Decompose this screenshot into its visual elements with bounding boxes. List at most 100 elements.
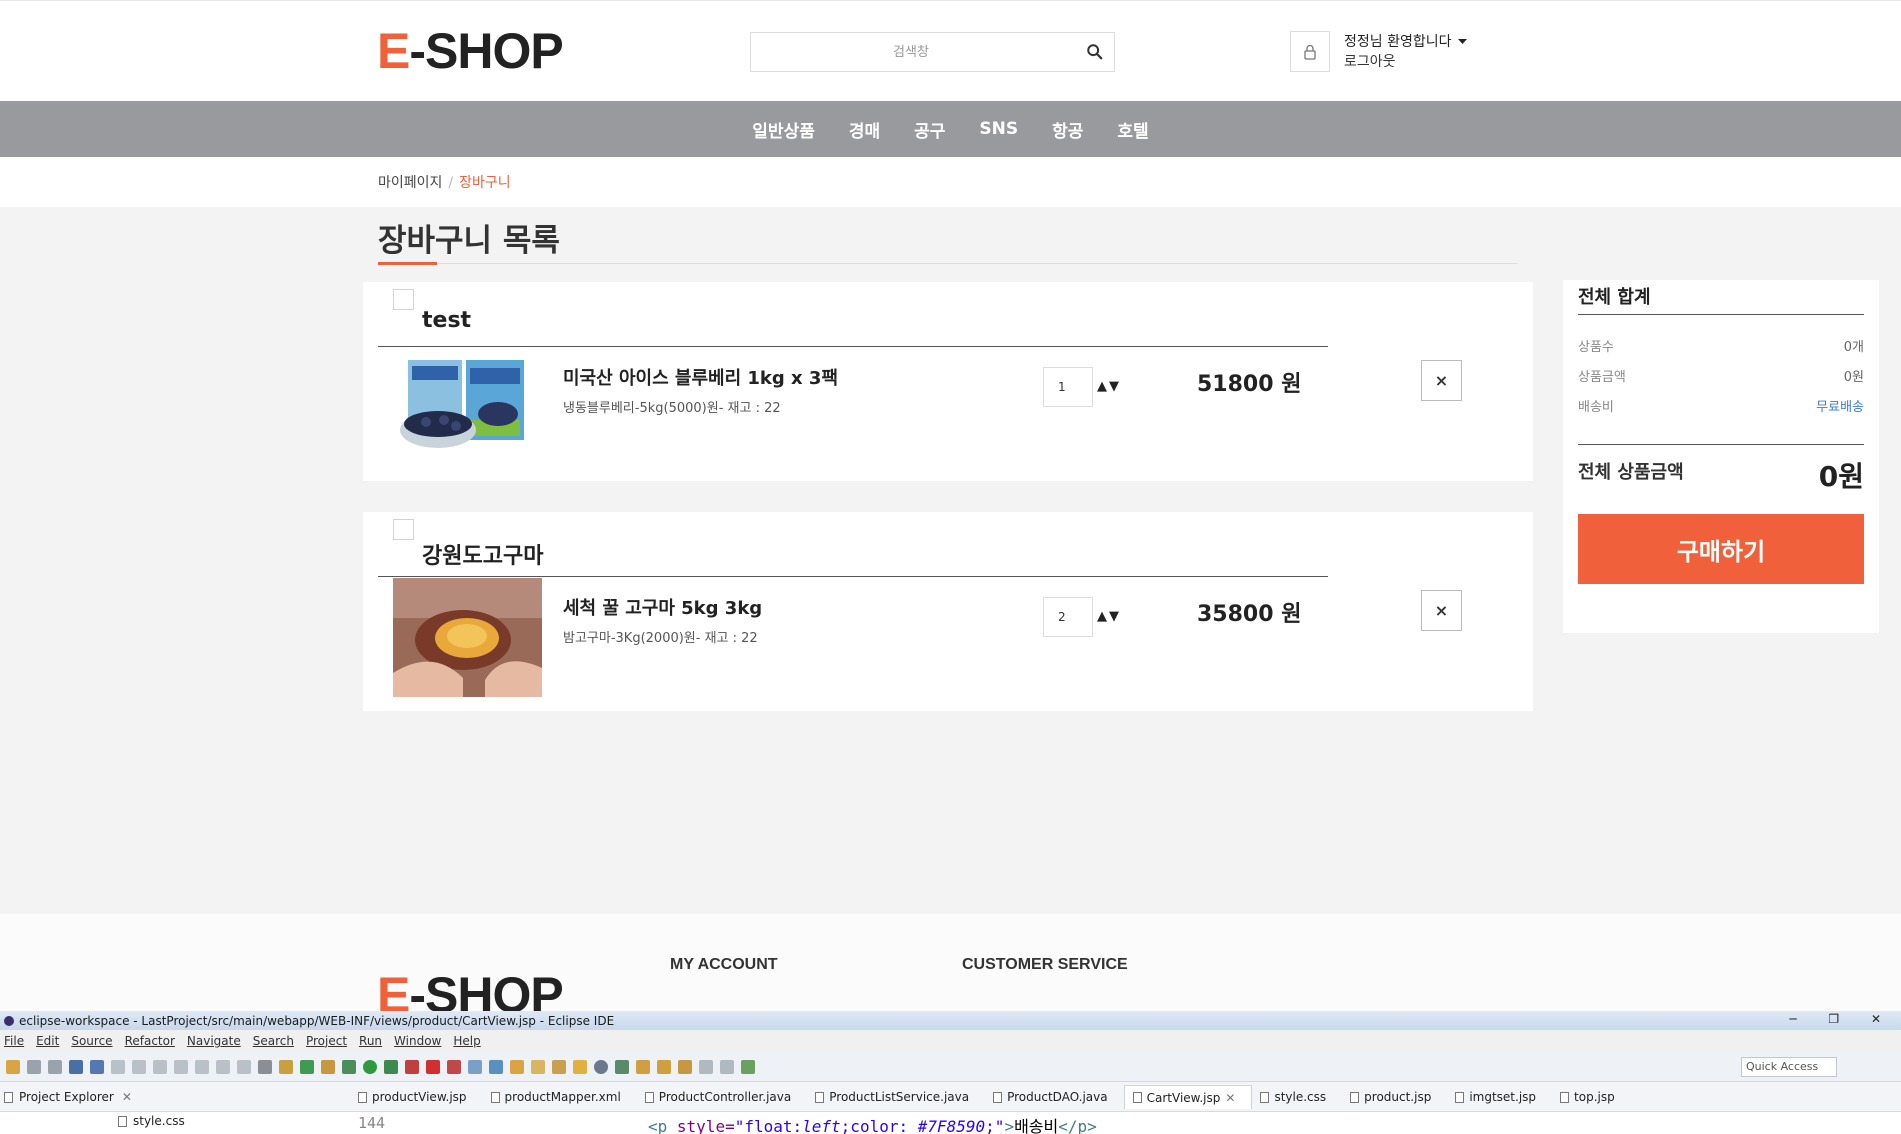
menu-edit[interactable]: Edit xyxy=(36,1034,59,1048)
suspend-icon[interactable] xyxy=(132,1059,146,1074)
menu-navigate[interactable]: Navigate xyxy=(187,1034,241,1048)
last-edit-icon[interactable] xyxy=(678,1059,692,1074)
editor-tab[interactable]: imgtset.jsp xyxy=(1447,1085,1552,1109)
next-annotation-icon[interactable] xyxy=(636,1059,650,1074)
new-icon[interactable] xyxy=(6,1059,20,1074)
coverage-icon[interactable] xyxy=(447,1059,461,1074)
toggle-icon[interactable] xyxy=(279,1059,293,1074)
code-line[interactable]: <p style="float:left;color: #7F8590;">배송… xyxy=(648,1113,1097,1134)
editor-tab[interactable]: ProductController.java xyxy=(637,1085,807,1109)
delete-item-button[interactable]: × xyxy=(1421,590,1462,631)
editor-tab[interactable]: ProductDAO.java xyxy=(985,1085,1124,1109)
quantity-stepper-arrows[interactable]: ▲▼ xyxy=(1097,609,1121,624)
quantity-stepper-arrows[interactable]: ▲▼ xyxy=(1097,379,1121,394)
cart-item-divider xyxy=(378,576,1328,577)
task-icon[interactable] xyxy=(573,1059,587,1074)
editor-tab[interactable]: ProductListService.java xyxy=(807,1085,985,1109)
folder-icon xyxy=(4,1091,13,1103)
new-class-icon[interactable] xyxy=(489,1059,503,1074)
tab-label: style.css xyxy=(1274,1090,1327,1104)
menu-project[interactable]: Project xyxy=(306,1034,347,1048)
search-icon[interactable] xyxy=(1086,43,1104,61)
editor-tab[interactable]: productMapper.xml xyxy=(483,1085,637,1109)
run-icon[interactable] xyxy=(363,1059,377,1074)
menu-help[interactable]: Help xyxy=(453,1034,480,1048)
skip-breakpoints-icon[interactable] xyxy=(90,1059,104,1074)
forward-icon[interactable] xyxy=(720,1059,734,1074)
pin-editor-icon[interactable] xyxy=(741,1059,755,1074)
menu-window[interactable]: Window xyxy=(394,1034,441,1048)
tree-item[interactable]: style.css xyxy=(118,1114,185,1128)
product-option: 냉동블루베리-5kg(5000)원- 재고 : 22 xyxy=(563,401,781,416)
save-icon[interactable] xyxy=(27,1059,41,1074)
terminal-icon[interactable] xyxy=(69,1059,83,1074)
search-files-icon[interactable] xyxy=(615,1059,629,1074)
new-package-icon[interactable] xyxy=(468,1059,482,1074)
window-controls[interactable]: ─ ❐ ✕ xyxy=(1789,1012,1895,1026)
open-folder-icon[interactable] xyxy=(531,1059,545,1074)
delete-item-button[interactable]: × xyxy=(1421,360,1462,401)
back-icon[interactable] xyxy=(699,1059,713,1074)
nav-auction[interactable]: 경매 xyxy=(849,117,880,142)
nav-general[interactable]: 일반상품 xyxy=(752,117,815,142)
editor-tab[interactable]: top.jsp xyxy=(1552,1085,1631,1109)
globe-icon[interactable] xyxy=(594,1059,608,1074)
eclipse-icon xyxy=(4,1015,14,1026)
editor-tab[interactable]: productView.jsp xyxy=(350,1085,483,1109)
server-icon[interactable] xyxy=(300,1059,314,1074)
quantity-input[interactable]: 1 xyxy=(1043,367,1093,407)
line-number: 144 xyxy=(358,1114,386,1132)
editor-tab[interactable]: product.jsp xyxy=(1342,1085,1447,1109)
external-tools-icon[interactable] xyxy=(405,1059,419,1074)
debug-icon[interactable] xyxy=(342,1059,356,1074)
editor-tab[interactable]: style.css xyxy=(1252,1085,1342,1109)
project-explorer-tab[interactable]: Project Explorer ✕ xyxy=(0,1085,346,1109)
nav-sns[interactable]: SNS xyxy=(979,119,1018,139)
user-icon-button[interactable] xyxy=(1290,31,1330,72)
close-icon[interactable]: ✕ xyxy=(1225,1091,1235,1105)
css-file-icon xyxy=(118,1115,127,1127)
product-image-blueberry[interactable] xyxy=(398,356,534,460)
search-box xyxy=(750,32,1115,72)
nav-group-buy[interactable]: 공구 xyxy=(914,117,945,142)
product-image-sweet-potato[interactable] xyxy=(393,578,542,697)
quantity-input[interactable]: 2 xyxy=(1043,597,1093,637)
stop-icon[interactable] xyxy=(426,1059,440,1074)
menu-search[interactable]: Search xyxy=(253,1034,294,1048)
logout-link[interactable]: 로그아웃 xyxy=(1344,51,1396,71)
site-logo[interactable]: E-SHOP xyxy=(377,22,564,80)
run-history-icon[interactable] xyxy=(384,1059,398,1074)
summary-value: 0원 xyxy=(1843,370,1864,385)
search-input[interactable] xyxy=(751,33,1071,71)
summary-row-amount: 상품금액 0원 xyxy=(1578,366,1864,385)
close-icon[interactable]: ✕ xyxy=(122,1090,132,1104)
profile-icon[interactable] xyxy=(321,1059,335,1074)
terminate-icon[interactable] xyxy=(153,1059,167,1074)
menu-run[interactable]: Run xyxy=(359,1034,382,1048)
step-return-icon[interactable] xyxy=(237,1059,251,1074)
cart-item-checkbox[interactable] xyxy=(393,289,414,310)
disconnect-icon[interactable] xyxy=(174,1059,188,1074)
prev-annotation-icon[interactable] xyxy=(657,1059,671,1074)
nav-hotel[interactable]: 호텔 xyxy=(1117,117,1148,142)
save-all-icon[interactable] xyxy=(48,1059,62,1074)
step-into-icon[interactable] xyxy=(195,1059,209,1074)
breadcrumb-mypage[interactable]: 마이페이지 xyxy=(378,175,442,191)
quick-access-input[interactable]: Quick Access xyxy=(1741,1057,1837,1077)
nav-flight[interactable]: 항공 xyxy=(1052,117,1083,142)
menu-file[interactable]: File xyxy=(4,1034,24,1048)
editor-tab-active[interactable]: CartView.jsp ✕ xyxy=(1123,1085,1253,1109)
menu-refactor[interactable]: Refactor xyxy=(125,1034,175,1048)
cart-item-checkbox[interactable] xyxy=(393,519,414,540)
welcome-dropdown[interactable]: 정정님 환영합니다 xyxy=(1344,31,1467,51)
step-over-icon[interactable] xyxy=(216,1059,230,1074)
format-icon[interactable] xyxy=(258,1059,272,1074)
product-name[interactable]: 미국산 아이스 블루베리 1kg x 3팩 xyxy=(563,364,838,390)
resume-icon[interactable] xyxy=(111,1059,125,1074)
open-type-icon[interactable] xyxy=(510,1059,524,1074)
purchase-button[interactable]: 구매하기 xyxy=(1578,514,1864,584)
pen-icon[interactable] xyxy=(552,1059,566,1074)
menu-source[interactable]: Source xyxy=(71,1034,112,1048)
product-name[interactable]: 세척 꿀 고구마 5kg 3kg xyxy=(563,594,762,620)
main-nav: 일반상품 경매 공구 SNS 항공 호텔 xyxy=(0,101,1901,157)
